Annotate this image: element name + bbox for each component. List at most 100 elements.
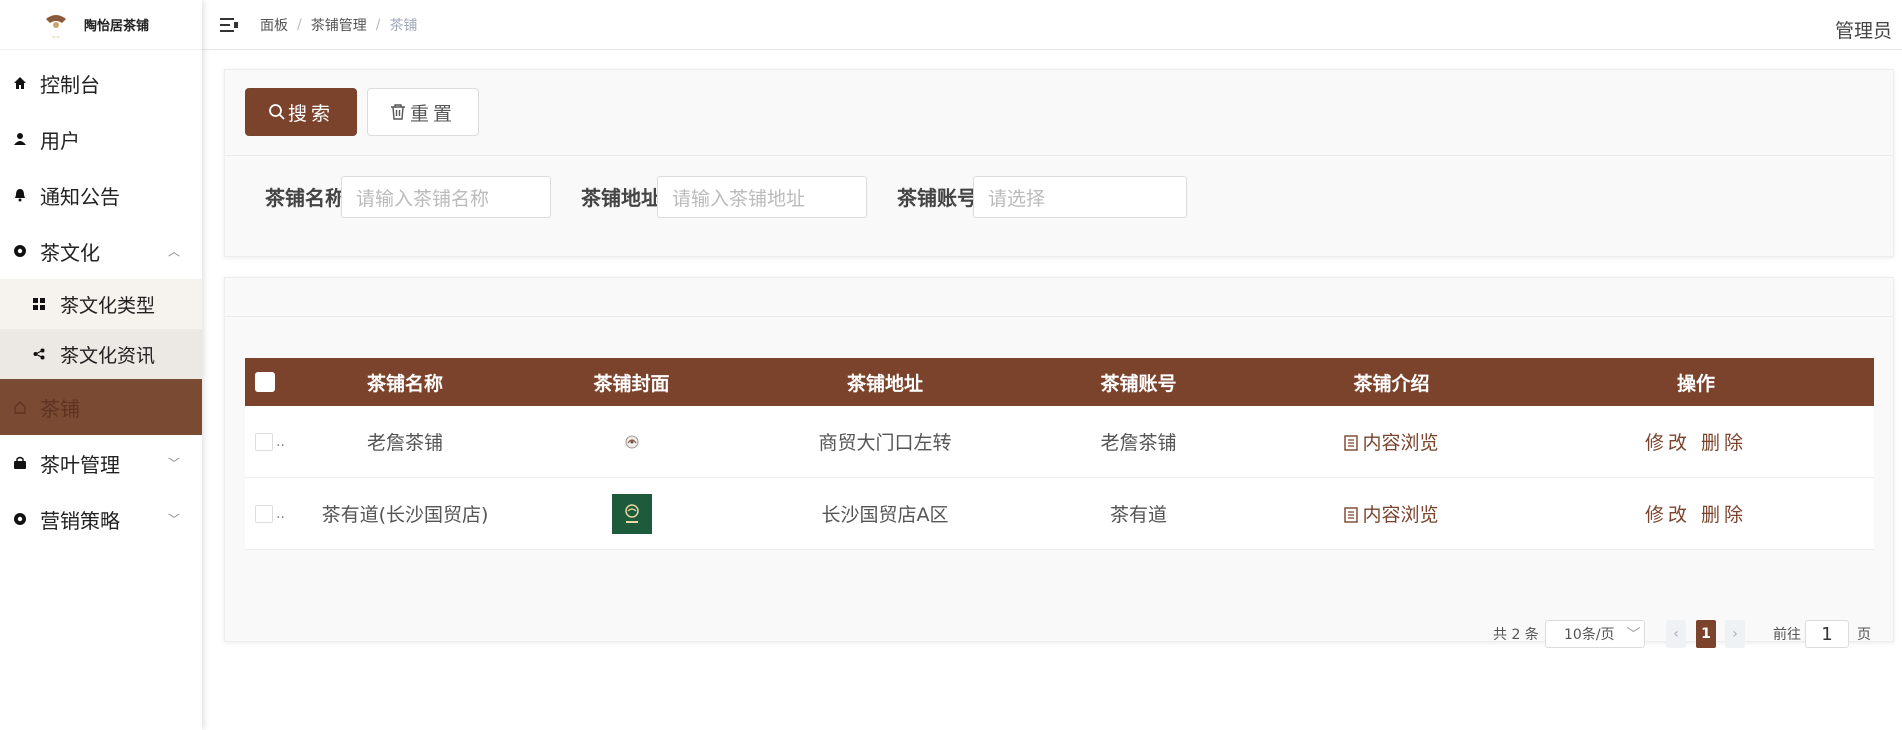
shop-table: 茶铺名称 茶铺封面 茶铺地址 茶铺账号 茶铺介绍 操作 .. 老詹茶铺 商贸大门… [245,358,1874,550]
table-header: 茶铺名称 茶铺封面 茶铺地址 茶铺账号 茶铺介绍 操作 [245,358,1874,406]
goto-prefix: 前往 [1773,627,1801,643]
total-count: 共 2 条 [1493,627,1539,643]
reset-button-label: 重置 [409,102,456,125]
logo-text: 陶怡居茶铺 [84,19,150,34]
sidebar-item-dashboard[interactable]: 控制台 [0,55,202,111]
sidebar-item-label: 茶文化资讯 [60,344,156,367]
shop-account-label: 茶铺账号 [897,186,977,210]
svg-text:~~: ~~ [52,35,60,41]
view-content-link[interactable]: 内容浏览 [1344,504,1439,526]
logo-image: ~~ [40,9,72,41]
ellipsis: .. [276,433,285,450]
shop-address-cell: 长沙国贸店A区 [821,504,949,526]
grid-icon [32,297,46,311]
shop-cover-image[interactable] [611,493,652,534]
shop-name-cell: 老詹茶铺 [366,432,443,454]
house-outline-icon [12,399,28,415]
column-header: 茶铺封面 [593,372,670,395]
sidebar-item-users[interactable]: 用户 [0,111,202,167]
share-icon [32,347,46,361]
sidebar-item-tea-culture-type[interactable]: 茶文化类型 [0,279,202,329]
breadcrumb-separator: / [375,16,381,33]
edit-button[interactable]: 修改 [1645,504,1691,526]
document-icon [1344,507,1359,523]
shop-account-select[interactable]: 请选择 [973,176,1187,218]
breadcrumb-separator: / [297,16,302,33]
goto-suffix: 页 [1857,627,1871,643]
prev-page-button[interactable]: ‹ [1666,620,1686,648]
reset-button[interactable]: 重置 [367,88,479,136]
delete-button[interactable]: 删除 [1701,504,1747,526]
pagination: 共 2 条 10条/页 ﹀ ‹ 1 › 前往 1 页 [225,620,1893,650]
shop-address-cell: 商贸大门口左转 [818,432,952,454]
column-header: 茶铺账号 [1100,372,1177,395]
breadcrumb-item[interactable]: 茶铺管理 [311,15,367,35]
breadcrumb-item[interactable]: 面板 [260,15,288,35]
column-header: 茶铺名称 [366,372,443,395]
shop-account-cell: 老詹茶铺 [1100,432,1177,454]
sidebar-item-tea-culture[interactable]: 茶文化 ︿ [0,223,202,279]
sidebar-item-tea-shop[interactable]: 茶铺 [0,379,202,435]
sidebar: ~~ 陶怡居茶铺 控制台 用户 通知公告 茶文化 ︿ 茶文化类型 茶文化资讯 茶… [0,0,202,730]
row-checkbox[interactable] [255,432,273,451]
main-content: 搜索 重置 茶铺名称 请输入茶铺名称 茶铺地址 请输入茶铺地址 茶铺账号 请选择… [202,51,1902,730]
sidebar-item-label: 通知公告 [40,184,120,209]
top-bar: 面板 / 茶铺管理 / 茶铺 管理员 [202,0,1902,50]
shop-name-cell: 茶有道(长沙国贸店) [321,504,489,526]
sidebar-item-label: 用户 [40,128,80,153]
current-page[interactable]: 1 [1696,620,1716,648]
ellipsis: .. [276,505,285,522]
page-size-value: 10条/页 [1564,627,1615,643]
search-button-label: 搜索 [287,102,334,125]
edit-button[interactable]: 修改 [1645,432,1691,454]
sidebar-item-label: 营销策略 [40,508,120,533]
sidebar-item-label: 茶文化类型 [60,294,156,317]
sidebar-item-marketing[interactable]: 营销策略 ﹀ [0,491,202,547]
column-header: 茶铺介绍 [1353,372,1430,395]
chevron-up-icon: ︿ [167,244,180,259]
trash-icon [390,104,405,120]
table-row: .. 老詹茶铺 商贸大门口左转 老詹茶铺 内容浏览 修改 删除 [245,406,1874,478]
sidebar-item-label: 茶文化 [40,240,100,265]
search-icon [269,104,285,120]
view-content-label: 内容浏览 [1362,432,1439,454]
divider [225,155,1893,156]
select-all-checkbox[interactable] [255,372,275,392]
shop-account-cell: 茶有道 [1109,504,1167,526]
bag-icon [12,455,28,471]
search-button[interactable]: 搜索 [245,88,357,136]
user-menu[interactable]: 管理员 [1835,16,1892,43]
gear-icon [12,243,28,259]
chevron-down-icon: ﹀ [167,512,180,527]
delete-button[interactable]: 删除 [1701,432,1747,454]
shop-address-input[interactable]: 请输入茶铺地址 [657,176,867,218]
collapse-menu-icon[interactable] [220,17,238,32]
breadcrumb-current: 茶铺 [389,17,418,34]
row-checkbox[interactable] [255,504,273,523]
table-row: .. 茶有道(长沙国贸店) 长沙国贸店A区 茶有道 内容浏览 修改 删除 [245,478,1874,550]
table-panel: 茶铺名称 茶铺封面 茶铺地址 茶铺账号 茶铺介绍 操作 .. 老詹茶铺 商贸大门… [224,277,1894,648]
goto-page-input[interactable]: 1 [1805,620,1849,648]
shop-address-label: 茶铺地址 [581,186,661,210]
sidebar-item-tea-leaf[interactable]: 茶叶管理 ﹀ [0,435,202,491]
chevron-down-icon: ﹀ [1626,627,1641,643]
chevron-down-icon: ﹀ [167,456,180,471]
gear-icon [12,511,28,527]
sidebar-item-label: 茶叶管理 [40,452,120,477]
sidebar-item-label: 茶铺 [40,396,80,421]
sidebar-item-tea-culture-news[interactable]: 茶文化资讯 [0,329,202,379]
shop-name-input[interactable]: 请输入茶铺名称 [341,176,551,218]
sidebar-item-notices[interactable]: 通知公告 [0,167,202,223]
next-page-button[interactable]: › [1725,620,1745,648]
column-header: 操作 [1676,372,1715,395]
page-size-select[interactable]: 10条/页 ﹀ [1545,620,1645,648]
divider [225,316,1893,317]
document-icon [1344,435,1359,451]
bell-icon [12,187,28,203]
user-icon [12,131,28,147]
logo: ~~ 陶怡居茶铺 [0,0,202,50]
search-panel: 搜索 重置 茶铺名称 请输入茶铺名称 茶铺地址 请输入茶铺地址 茶铺账号 请选择 [224,69,1894,257]
shop-cover-image[interactable] [616,426,647,457]
home-icon [12,75,28,91]
view-content-link[interactable]: 内容浏览 [1344,432,1439,454]
